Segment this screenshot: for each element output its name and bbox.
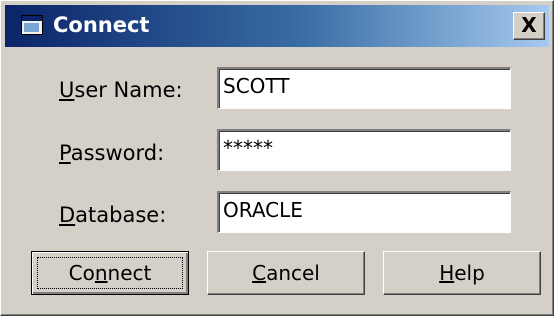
connect-dialog: Connect X User Name: SCOTT Password: ***…: [0, 0, 554, 316]
help-button-accel: H: [439, 261, 455, 285]
user-name-input[interactable]: SCOTT: [217, 67, 511, 109]
password-input[interactable]: *****: [217, 129, 511, 171]
close-icon: X: [521, 13, 537, 37]
close-button[interactable]: X: [513, 12, 545, 40]
focus-rectangle: [37, 257, 183, 289]
password-label-accel: P: [59, 141, 71, 165]
password-label: Password:: [59, 141, 164, 165]
help-button[interactable]: Help: [383, 251, 541, 295]
database-input[interactable]: ORACLE: [217, 191, 511, 233]
user-name-label-text: ser Name:: [74, 78, 183, 102]
database-label: Database:: [59, 203, 166, 227]
user-name-label-accel: U: [59, 78, 75, 102]
cancel-button[interactable]: Cancel: [207, 251, 365, 295]
password-label-text: assword:: [70, 141, 165, 165]
help-button-text-post: elp: [454, 261, 485, 285]
database-label-text: atabase:: [75, 203, 167, 227]
cancel-button-accel: C: [252, 261, 267, 285]
title-bar[interactable]: Connect X: [5, 5, 549, 47]
dialog-title: Connect: [53, 13, 150, 37]
database-label-accel: D: [59, 203, 76, 227]
window-app-icon: [21, 15, 43, 35]
connect-button[interactable]: Connect: [31, 251, 189, 295]
cancel-button-text-post: ancel: [266, 261, 320, 285]
user-name-label: User Name:: [59, 78, 183, 102]
